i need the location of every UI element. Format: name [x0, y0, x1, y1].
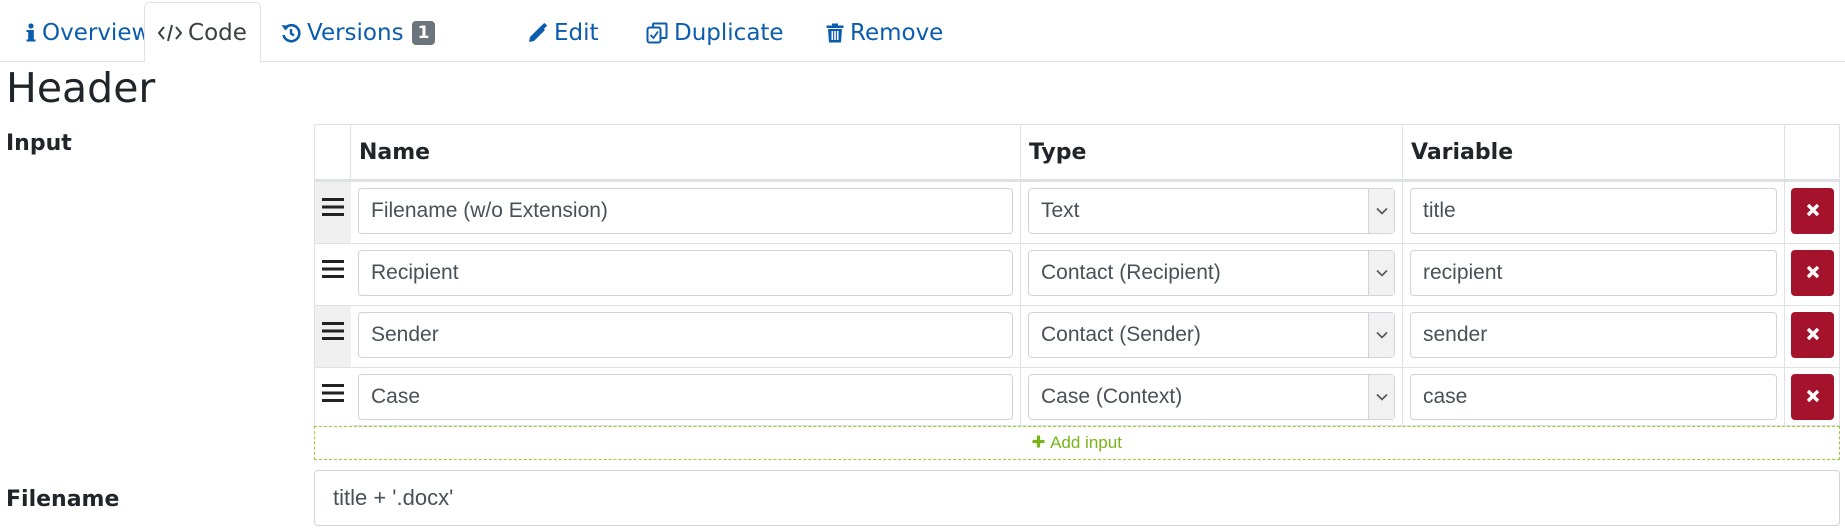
select-value: Contact (Sender)	[1041, 323, 1201, 346]
tab-remove[interactable]: Remove	[818, 3, 951, 63]
page-title: Header	[6, 64, 156, 112]
input-type-select[interactable]: Contact (Recipient)	[1028, 250, 1395, 296]
chevron-down-icon	[1368, 189, 1394, 233]
input-type-select[interactable]: Case (Context)	[1028, 374, 1395, 420]
drag-handle[interactable]	[315, 368, 351, 426]
filename-field[interactable]: title + '.docx'	[314, 470, 1840, 526]
input-variable-field[interactable]: recipient	[1410, 250, 1777, 296]
delete-row-button[interactable]	[1791, 250, 1834, 296]
column-header-variable: Variable	[1411, 139, 1514, 165]
plus-icon	[1032, 433, 1045, 453]
copy-icon	[646, 22, 668, 44]
input-variable-field[interactable]: title	[1410, 188, 1777, 234]
tab-edit[interactable]: Edit	[520, 3, 607, 63]
trash-icon	[826, 23, 844, 43]
tab-label: Remove	[850, 20, 944, 46]
input-name-field[interactable]: Sender	[358, 312, 1013, 358]
add-input-label: Add input	[1050, 433, 1122, 452]
code-icon	[158, 24, 183, 42]
input-name-field[interactable]: Recipient	[358, 250, 1013, 296]
close-icon	[1806, 202, 1820, 221]
input-type-select[interactable]: Contact (Sender)	[1028, 312, 1395, 358]
column-header-type: Type	[1029, 139, 1087, 165]
column-header-name: Name	[359, 139, 431, 165]
drag-handle-icon	[322, 198, 344, 220]
input-section-label: Input	[6, 131, 72, 156]
select-value: Text	[1041, 199, 1080, 222]
tab-label: Edit	[554, 20, 599, 46]
close-icon	[1806, 326, 1820, 345]
input-variable-field[interactable]: sender	[1410, 312, 1777, 358]
drag-handle-icon	[322, 384, 344, 406]
chevron-down-icon	[1368, 313, 1394, 357]
chevron-down-icon	[1368, 375, 1394, 419]
tab-duplicate[interactable]: Duplicate	[638, 3, 792, 63]
info-icon	[26, 23, 36, 43]
delete-row-button[interactable]	[1791, 188, 1834, 234]
history-icon	[281, 23, 301, 43]
versions-count-badge: 1	[411, 21, 436, 45]
drag-handle-icon	[322, 322, 344, 344]
drag-handle-icon	[322, 260, 344, 282]
tab-overview[interactable]: Overview	[18, 3, 158, 63]
tab-label: Overview	[42, 20, 151, 46]
select-value: Contact (Recipient)	[1041, 261, 1221, 284]
chevron-down-icon	[1368, 251, 1394, 295]
pencil-icon	[528, 23, 548, 43]
drag-handle[interactable]	[315, 244, 351, 305]
tab-label: Duplicate	[674, 20, 784, 46]
tab-bar: Overview Code Versions 1 Edit Duplicate …	[0, 0, 1845, 63]
close-icon	[1806, 264, 1820, 283]
select-value: Case (Context)	[1041, 385, 1183, 408]
input-name-field[interactable]: Filename (w/o Extension)	[358, 188, 1013, 234]
filename-label: Filename	[6, 487, 120, 512]
add-input-button[interactable]: Add input	[314, 426, 1840, 460]
tab-label: Versions	[307, 20, 404, 46]
tab-versions[interactable]: Versions 1	[273, 3, 443, 63]
drag-handle[interactable]	[315, 306, 351, 367]
tab-code[interactable]: Code	[144, 2, 261, 63]
drag-handle[interactable]	[315, 182, 351, 243]
delete-row-button[interactable]	[1791, 374, 1834, 420]
input-variable-field[interactable]: case	[1410, 374, 1777, 420]
tab-label: Code	[188, 19, 247, 46]
input-type-select[interactable]: Text	[1028, 188, 1395, 234]
input-name-field[interactable]: Case	[358, 374, 1013, 420]
inputs-table: Name Type Variable Filename (w/o Extensi…	[314, 124, 1840, 427]
close-icon	[1806, 388, 1820, 407]
delete-row-button[interactable]	[1791, 312, 1834, 358]
